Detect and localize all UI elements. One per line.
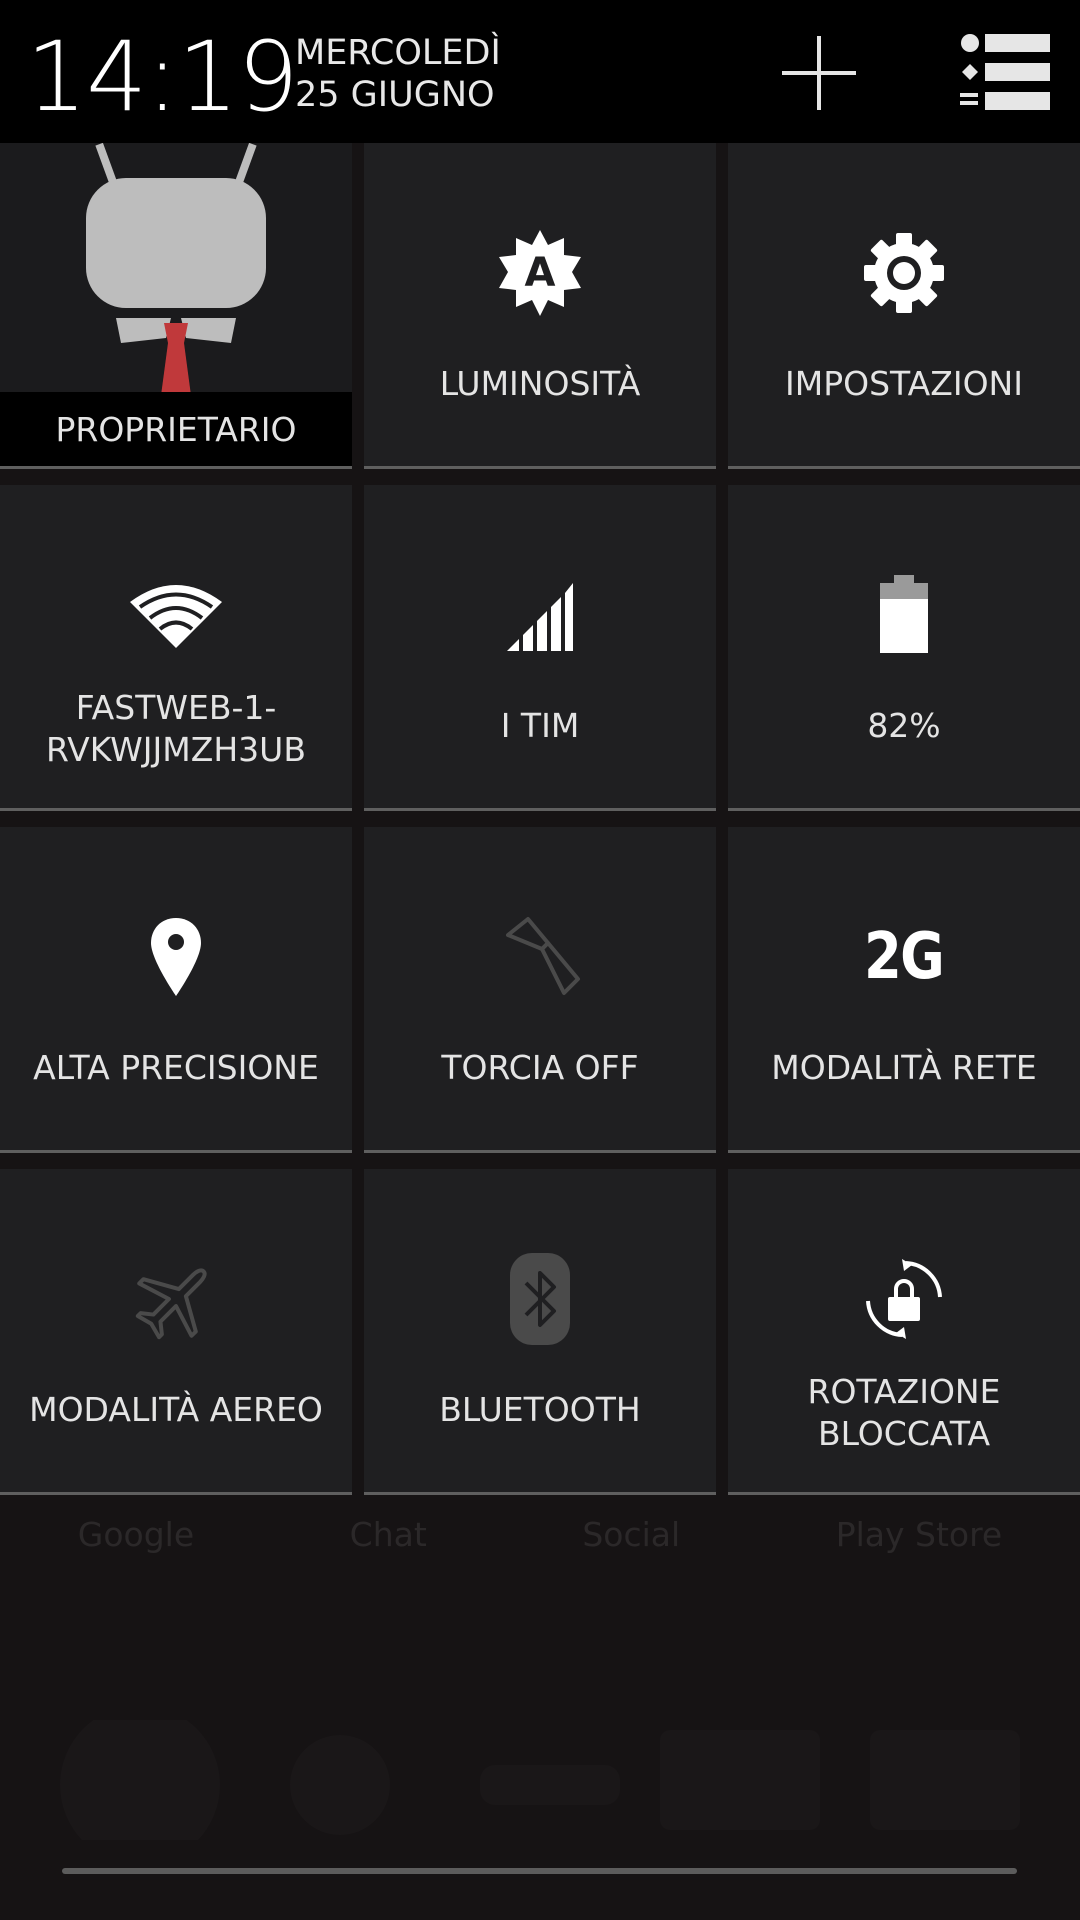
tile-mobile-data[interactable]: I TIM [364,485,716,811]
tile-label: MODALITÀ AEREO [29,1390,323,1429]
tile-settings[interactable]: IMPOSTAZIONI [728,143,1080,469]
bg-label-chat: Chat [349,1515,427,1554]
tile-label: ALTA PRECISIONE [33,1048,319,1087]
rotation-lock-icon [728,1249,1080,1349]
date-weekday: MERCOLEDÌ [295,33,501,73]
brightness-auto-icon: A [364,223,716,323]
location-pin-icon [0,907,352,1007]
tile-battery[interactable]: 82% [728,485,1080,811]
tile-label: MODALITÀ RETE [771,1048,1037,1087]
svg-text:A: A [525,250,556,296]
tile-network-mode[interactable]: 2G MODALITÀ RETE [728,827,1080,1153]
tile-rotation[interactable]: ROTAZIONE BLOCCATA [728,1169,1080,1495]
notifications-toggle-button[interactable] [956,30,1056,120]
tile-label: FASTWEB-1- RVKWJJMZH3UB [6,687,346,771]
tile-location[interactable]: ALTA PRECISIONE [0,827,352,1153]
gear-icon [728,223,1080,323]
wifi-label-line2: RVKWJJMZH3UB [46,730,306,769]
rotation-label-line1: ROTAZIONE [807,1372,1001,1411]
wifi-label-line1: FASTWEB-1- [75,688,277,727]
rotation-label-line2: BLOCCATA [817,1414,991,1453]
owner-label-band: PROPRIETARIO [0,392,352,466]
tile-label: ROTAZIONE BLOCCATA [734,1371,1074,1455]
tile-airplane[interactable]: MODALITÀ AEREO [0,1169,352,1495]
tile-label: I TIM [500,706,580,745]
tile-owner[interactable]: PROPRIETARIO [0,143,352,469]
tile-torch[interactable]: TORCIA OFF [364,827,716,1153]
date-day: 25 GIUGNO [295,75,495,115]
background-dock [60,1720,1020,1840]
wifi-icon [0,565,352,665]
network-mode-icon-text: 2G [864,920,945,994]
tile-label: 82% [867,706,941,745]
battery-icon [728,565,1080,665]
cyanogen-mascot-icon [86,143,266,403]
tile-label: PROPRIETARIO [55,409,297,449]
tile-bluetooth[interactable]: BLUETOOTH [364,1169,716,1495]
background-app-labels: Google Chat Social Play Store [0,1515,1080,1565]
quick-settings-header: 14:19 MERCOLEDÌ 25 GIUGNO [0,0,1080,143]
flashlight-icon [364,907,716,1007]
add-tile-button[interactable] [774,28,864,118]
tile-label: LUMINOSITÀ [439,364,641,403]
bg-label-google: Google [77,1515,195,1554]
tile-label: TORCIA OFF [441,1048,639,1087]
tile-label: BLUETOOTH [439,1390,641,1429]
signal-icon [364,565,716,665]
airplane-icon [0,1249,352,1349]
tile-label: IMPOSTAZIONI [785,364,1023,403]
date[interactable]: MERCOLEDÌ 25 GIUGNO [295,32,501,116]
plus-icon [782,36,856,110]
clock[interactable]: 14:19 [26,22,299,132]
tile-brightness[interactable]: A LUMINOSITÀ [364,143,716,469]
panel-drag-handle[interactable] [62,1868,1017,1874]
bg-label-social: Social [582,1515,681,1554]
list-icon [960,34,1050,110]
network-2g-icon: 2G [728,907,1080,1007]
tile-wifi[interactable]: FASTWEB-1- RVKWJJMZH3UB [0,485,352,811]
bg-label-play-store: Play Store [835,1515,1003,1554]
bluetooth-icon [364,1249,716,1349]
